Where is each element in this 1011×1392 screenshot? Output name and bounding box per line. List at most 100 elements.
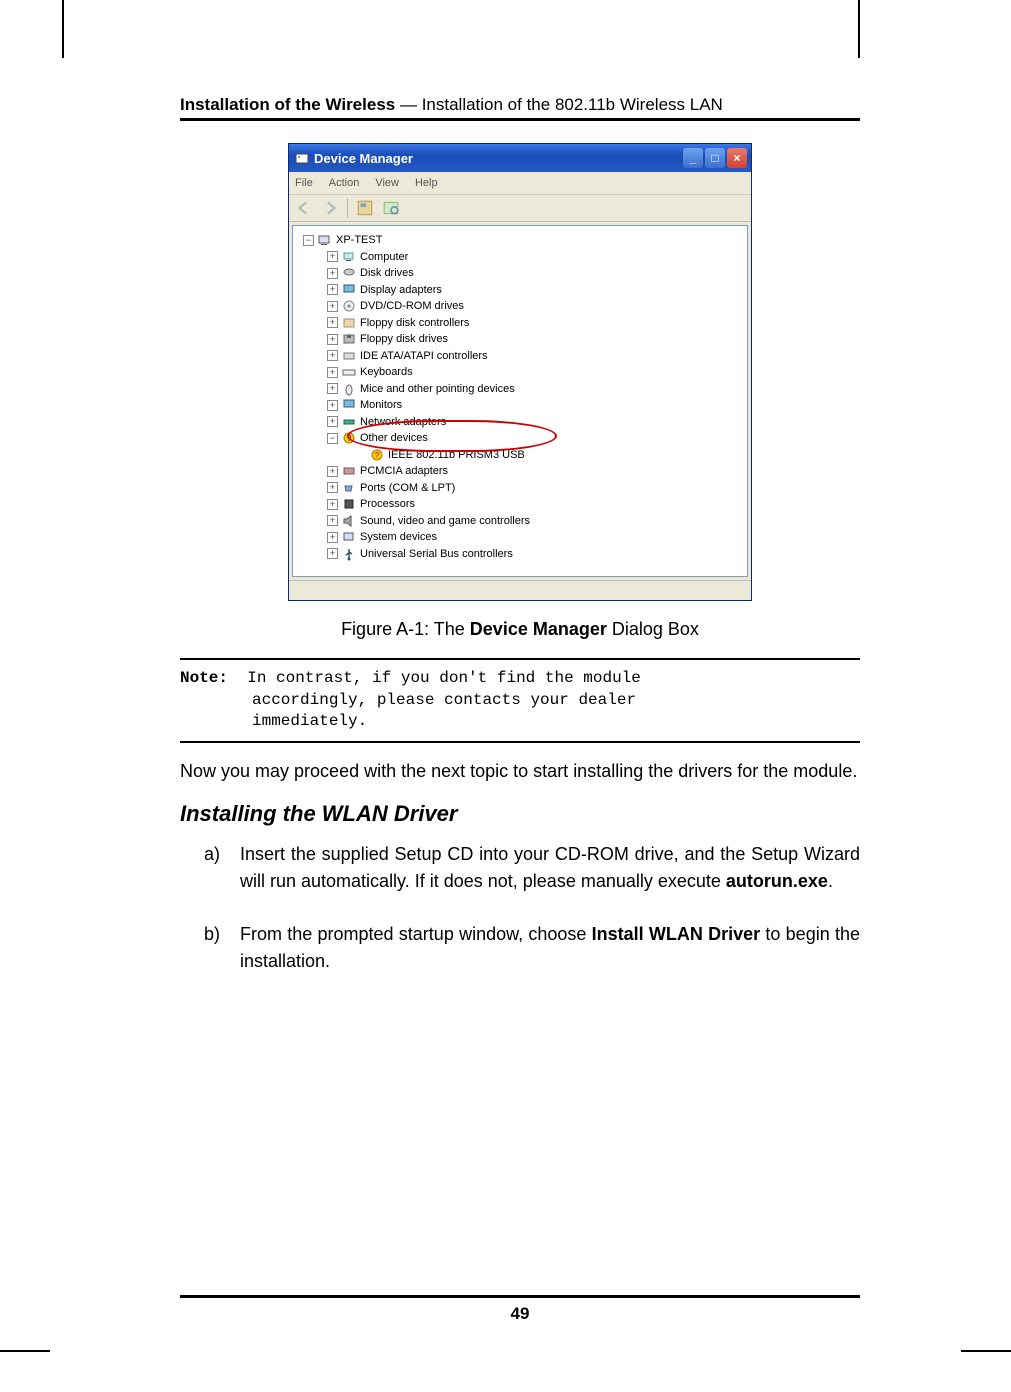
toolbar xyxy=(289,194,751,222)
refresh-icon[interactable] xyxy=(382,199,400,217)
tree-item-monitors[interactable]: +Monitors xyxy=(313,397,743,414)
collapse-icon[interactable]: − xyxy=(327,433,338,444)
expand-icon[interactable]: + xyxy=(327,548,338,559)
system-icon xyxy=(342,530,356,544)
figure-caption-suffix: Dialog Box xyxy=(607,619,699,639)
menu-view[interactable]: View xyxy=(375,177,399,189)
computer-icon xyxy=(342,250,356,264)
window-title: Device Manager xyxy=(314,151,683,166)
sound-icon xyxy=(342,514,356,528)
note-label: Note: xyxy=(180,669,228,687)
tree-label: Network adapters xyxy=(360,414,446,431)
tree-label: PCMCIA adapters xyxy=(360,463,448,480)
maximize-button[interactable]: □ xyxy=(705,148,725,168)
tree-item-computer[interactable]: +Computer xyxy=(313,249,743,266)
expand-icon[interactable]: + xyxy=(327,350,338,361)
list-letter-a: a) xyxy=(204,841,240,895)
expand-icon[interactable]: + xyxy=(327,284,338,295)
tree-item-keyboards[interactable]: +Keyboards xyxy=(313,364,743,381)
tree-root-node[interactable]: − XP-TEST xyxy=(303,232,743,249)
status-bar xyxy=(289,580,751,600)
close-button[interactable]: × xyxy=(727,148,747,168)
keyboard-icon xyxy=(342,365,356,379)
tree-item-processors[interactable]: +Processors xyxy=(313,496,743,513)
tree-item-floppy-drv[interactable]: + Floppy disk drives xyxy=(313,331,743,348)
menu-file[interactable]: File xyxy=(295,177,313,189)
tree-item-usb[interactable]: +Universal Serial Bus controllers xyxy=(313,546,743,563)
screenshot-figure: Device Manager _ □ × File Action View He… xyxy=(180,143,860,601)
window-titlebar: Device Manager _ □ × xyxy=(289,144,751,172)
figure-caption-prefix: Figure A-1: The xyxy=(341,619,470,639)
other-devices-icon: ? xyxy=(342,431,356,445)
list-body-b: From the prompted startup window, choose… xyxy=(240,921,860,975)
back-icon[interactable] xyxy=(295,199,313,217)
tree-item-floppy-ctrl[interactable]: +Floppy disk controllers xyxy=(313,315,743,332)
note-line3: immediately. xyxy=(252,711,860,733)
disk-icon xyxy=(342,266,356,280)
computer-root-icon xyxy=(318,233,332,247)
tree-root-label: XP-TEST xyxy=(336,232,382,249)
properties-icon[interactable] xyxy=(356,199,374,217)
expand-icon[interactable]: + xyxy=(327,482,338,493)
crop-mark xyxy=(858,0,860,58)
tree-item-mice[interactable]: + Mice and other pointing devices xyxy=(313,381,743,398)
expand-icon[interactable]: + xyxy=(327,532,338,543)
tree-item-dvd[interactable]: +DVD/CD-ROM drives xyxy=(313,298,743,315)
tree-item-display[interactable]: + Display adapters xyxy=(313,282,743,299)
tree-label: Disk drives xyxy=(360,265,414,282)
tree-item-ports[interactable]: + Ports (COM & LPT) xyxy=(313,480,743,497)
crop-marks-top xyxy=(0,0,1011,70)
menu-help[interactable]: Help xyxy=(415,177,438,189)
toolbar-divider xyxy=(347,198,348,218)
expand-icon[interactable]: + xyxy=(327,334,338,345)
expand-icon[interactable]: + xyxy=(327,367,338,378)
list-b-bold: Install WLAN Driver xyxy=(592,924,761,944)
expand-icon[interactable]: + xyxy=(327,400,338,411)
expand-icon[interactable]: + xyxy=(327,466,338,477)
expand-icon[interactable]: + xyxy=(327,416,338,427)
minimize-button[interactable]: _ xyxy=(683,148,703,168)
tree-label: Floppy disk drives xyxy=(360,331,448,348)
list-a-bold: autorun.exe xyxy=(726,871,828,891)
page-footer: 49 xyxy=(180,1295,860,1324)
tree-label: IDE ATA/ATAPI controllers xyxy=(360,348,488,365)
collapse-icon[interactable]: − xyxy=(303,235,314,246)
menu-action[interactable]: Action xyxy=(329,177,360,189)
tree-item-other-child[interactable]: ?IEEE 802.11b PRISM3 USB xyxy=(313,447,743,464)
expand-icon[interactable]: + xyxy=(327,499,338,510)
crop-mark xyxy=(62,0,64,58)
mouse-icon xyxy=(342,382,356,396)
unknown-device-icon: ? xyxy=(370,448,384,462)
monitor-icon xyxy=(342,398,356,412)
usb-icon xyxy=(342,547,356,561)
crop-mark xyxy=(0,1350,50,1352)
note-rule-bottom xyxy=(180,741,860,743)
list-item-a: a) Insert the supplied Setup CD into you… xyxy=(204,841,860,895)
forward-icon[interactable] xyxy=(321,199,339,217)
expand-icon[interactable]: + xyxy=(327,383,338,394)
tree-label: Mice and other pointing devices xyxy=(360,381,515,398)
tree-item-disk[interactable]: + Disk drives xyxy=(313,265,743,282)
expand-icon[interactable]: + xyxy=(327,301,338,312)
section-heading: Installing the WLAN Driver xyxy=(180,801,860,827)
expand-icon[interactable]: + xyxy=(327,251,338,262)
tree-item-ide[interactable]: + IDE ATA/ATAPI controllers xyxy=(313,348,743,365)
tree-label: Sound, video and game controllers xyxy=(360,513,530,530)
expand-icon[interactable]: + xyxy=(327,268,338,279)
crop-marks-bottom xyxy=(0,1322,1011,1392)
tree-item-system[interactable]: + System devices xyxy=(313,529,743,546)
tree-label: Ports (COM & LPT) xyxy=(360,480,455,497)
tree-label: Display adapters xyxy=(360,282,442,299)
list-body-a: Insert the supplied Setup CD into your C… xyxy=(240,841,860,895)
tree-item-network[interactable]: + Network adapters xyxy=(313,414,743,431)
network-icon xyxy=(342,415,356,429)
tree-label: System devices xyxy=(360,529,437,546)
expand-icon[interactable]: + xyxy=(327,515,338,526)
tree-item-sound[interactable]: + Sound, video and game controllers xyxy=(313,513,743,530)
tree-item-pcmcia[interactable]: + PCMCIA adapters xyxy=(313,463,743,480)
svg-text:?: ? xyxy=(347,434,352,443)
list-letter-b: b) xyxy=(204,921,240,975)
tree-item-other[interactable]: −?Other devices xyxy=(313,430,743,447)
note-line2: accordingly, please contacts your dealer xyxy=(252,690,860,712)
expand-icon[interactable]: + xyxy=(327,317,338,328)
